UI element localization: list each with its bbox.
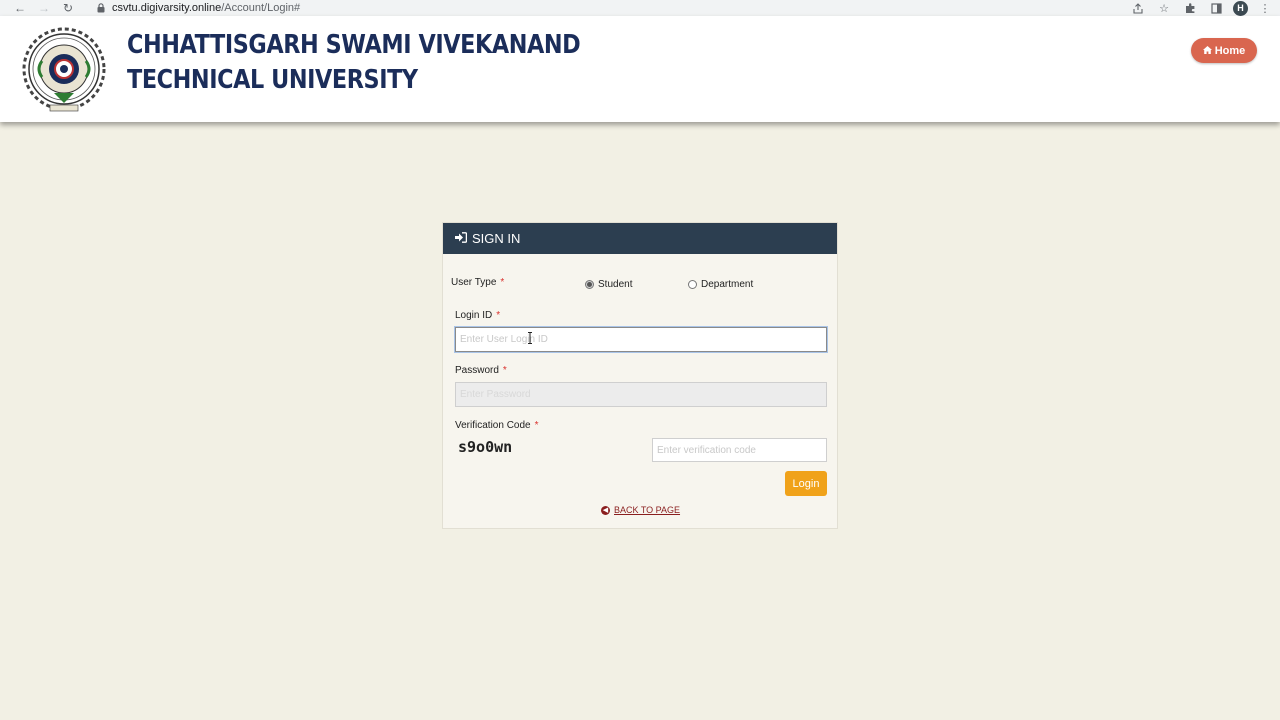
verification-code-input[interactable]: Enter verification code <box>652 438 827 462</box>
back-to-page-link[interactable]: ◀ BACK TO PAGE <box>601 505 680 515</box>
home-button-label: Home <box>1214 44 1246 57</box>
user-type-label-text: User Type <box>451 277 497 288</box>
profile-avatar[interactable]: H <box>1233 0 1248 16</box>
back-arrow-icon[interactable]: ← <box>8 1 32 15</box>
browser-toolbar: ← → ↻ csvtu.digivarsity.online/Account/L… <box>0 0 1280 16</box>
radio-department[interactable]: Department <box>688 279 753 290</box>
verification-code-label-text: Verification Code <box>455 420 531 431</box>
url-host: csvtu.digivarsity.online <box>112 2 222 14</box>
text-cursor-icon <box>528 331 532 344</box>
required-mark: * <box>534 420 539 431</box>
user-type-label: User Type * <box>451 277 504 288</box>
radio-student[interactable]: Student <box>585 279 632 290</box>
url-path: /Account/Login# <box>221 2 301 14</box>
browser-actions: ☆ H ⋮ <box>1129 0 1274 16</box>
signin-card-header: SIGN IN <box>443 223 837 254</box>
forward-arrow-icon[interactable]: → <box>32 1 56 15</box>
captcha-code: s9o0wn <box>458 438 513 456</box>
bookmark-star-icon[interactable]: ☆ <box>1155 1 1173 15</box>
side-panel-icon[interactable] <box>1207 1 1225 15</box>
required-mark: * <box>496 310 501 321</box>
share-icon[interactable] <box>1129 1 1147 15</box>
university-title: CHHATTISGARH SWAMI VIVEKANAND TECHNICAL … <box>127 28 581 98</box>
login-id-label: Login ID * <box>455 310 500 321</box>
signin-card: SIGN IN User Type * Student Department Lo… <box>442 222 838 529</box>
university-title-line1: CHHATTISGARH SWAMI VIVEKANAND <box>127 30 581 60</box>
university-title-line2: TECHNICAL UNIVERSITY <box>127 65 418 95</box>
password-label-text: Password <box>455 365 499 376</box>
extensions-puzzle-icon[interactable] <box>1181 1 1199 15</box>
signin-title: SIGN IN <box>472 231 521 246</box>
password-label: Password * <box>455 365 507 376</box>
verification-code-label: Verification Code * <box>455 420 539 431</box>
reload-icon[interactable]: ↻ <box>56 1 80 15</box>
radio-department-label: Department <box>701 279 754 290</box>
address-bar[interactable]: csvtu.digivarsity.online/Account/Login# <box>94 2 300 14</box>
sign-in-icon <box>455 231 468 246</box>
university-seal-logo <box>22 27 106 113</box>
home-button[interactable]: Home <box>1191 38 1257 63</box>
arrow-circle-left-icon: ◀ <box>601 505 610 515</box>
menu-kebab-icon[interactable]: ⋮ <box>1256 1 1274 15</box>
radio-department-control[interactable] <box>688 280 697 289</box>
required-mark: * <box>502 365 507 376</box>
login-id-input[interactable]: Enter User Login ID <box>455 327 827 352</box>
lock-icon <box>94 3 108 13</box>
browser-nav: ← → ↻ <box>8 1 80 15</box>
home-icon <box>1202 45 1212 57</box>
required-mark: * <box>500 277 505 288</box>
login-id-label-text: Login ID <box>455 310 493 321</box>
radio-student-control[interactable] <box>585 280 594 289</box>
site-header: CHHATTISGARH SWAMI VIVEKANAND TECHNICAL … <box>0 16 1280 122</box>
password-input[interactable]: Enter Password <box>455 382 827 407</box>
login-button[interactable]: Login <box>785 471 827 496</box>
radio-student-label: Student <box>598 279 633 290</box>
back-to-page-label: BACK TO PAGE <box>614 505 681 515</box>
